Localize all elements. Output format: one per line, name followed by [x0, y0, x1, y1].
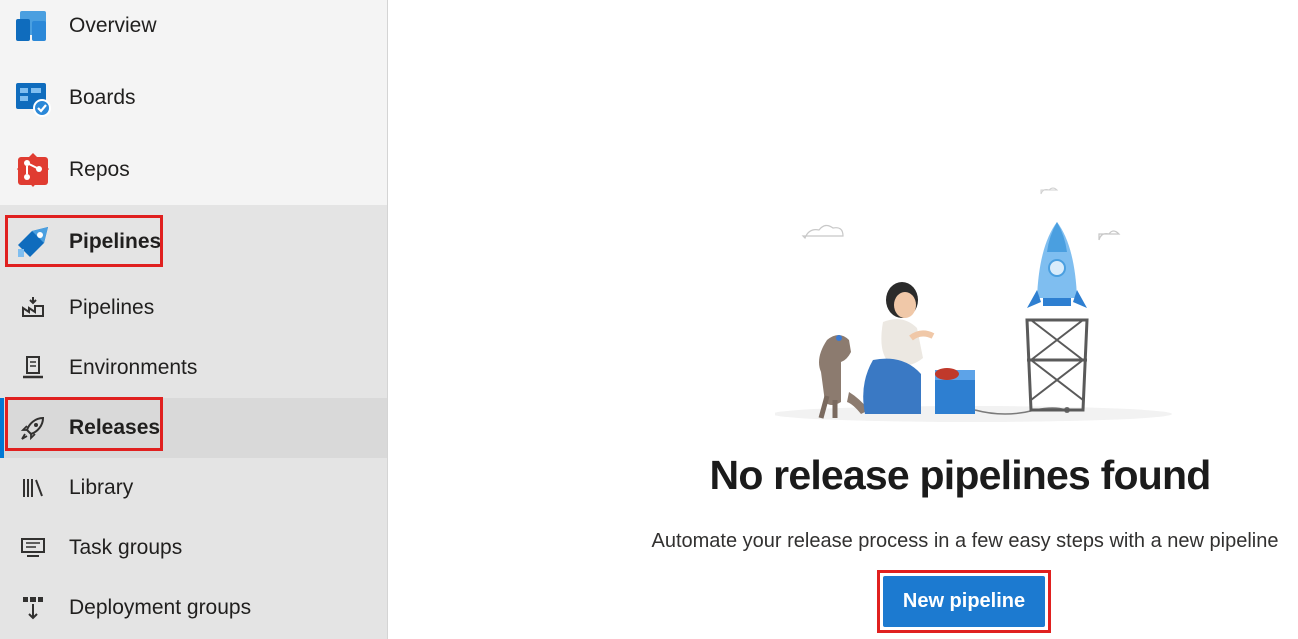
sidebar-item-label: Environments — [69, 356, 198, 379]
overview-icon — [14, 7, 52, 45]
sidebar-item-label: Repos — [69, 158, 130, 181]
rocket-icon — [19, 414, 47, 442]
sidebar-item-label: Overview — [69, 14, 157, 37]
sidebar-subitem-library[interactable]: Library — [0, 458, 387, 518]
sidebar-item-label: Deployment groups — [69, 596, 252, 619]
sidebar-item-repos[interactable]: Repos — [0, 140, 387, 200]
sidebar-item-label: Boards — [69, 86, 136, 109]
task-groups-icon — [19, 534, 47, 562]
sidebar-subitem-task-groups[interactable]: Task groups — [0, 518, 387, 578]
empty-state-title: No release pipelines found — [709, 452, 1212, 498]
sidebar-subitem-releases[interactable]: Releases — [0, 398, 387, 458]
sidebar: Overview Boards Repos Pipelines Pipeline… — [0, 0, 388, 639]
sidebar-subitem-pipelines[interactable]: Pipelines — [0, 278, 387, 338]
pipelines-section-icon — [14, 223, 52, 261]
sidebar-item-overview[interactable]: Overview — [0, 0, 387, 56]
empty-state-illustration — [775, 187, 1172, 422]
repos-icon — [14, 151, 52, 189]
pipelines-icon — [19, 294, 47, 322]
boards-icon — [14, 79, 52, 117]
library-icon — [19, 474, 47, 502]
sidebar-item-label: Pipelines — [69, 230, 162, 253]
new-pipeline-button[interactable]: New pipeline — [883, 576, 1045, 627]
sidebar-item-label: Pipelines — [69, 296, 155, 319]
deployment-groups-icon — [19, 594, 47, 622]
sidebar-top-section: Overview Boards Repos — [0, 0, 387, 205]
sidebar-item-boards[interactable]: Boards — [0, 68, 387, 128]
sidebar-item-label: Library — [69, 476, 134, 499]
sidebar-item-label: Task groups — [69, 536, 183, 559]
environments-icon — [19, 354, 47, 382]
sidebar-subitem-deployment-groups[interactable]: Deployment groups — [0, 578, 387, 638]
selection-indicator — [0, 398, 4, 458]
sidebar-item-label: Releases — [69, 416, 161, 439]
empty-state-description: Automate your release process in a few e… — [651, 530, 1279, 552]
sidebar-item-pipelines-section[interactable]: Pipelines — [0, 212, 387, 272]
sidebar-subitem-environments[interactable]: Environments — [0, 338, 387, 398]
